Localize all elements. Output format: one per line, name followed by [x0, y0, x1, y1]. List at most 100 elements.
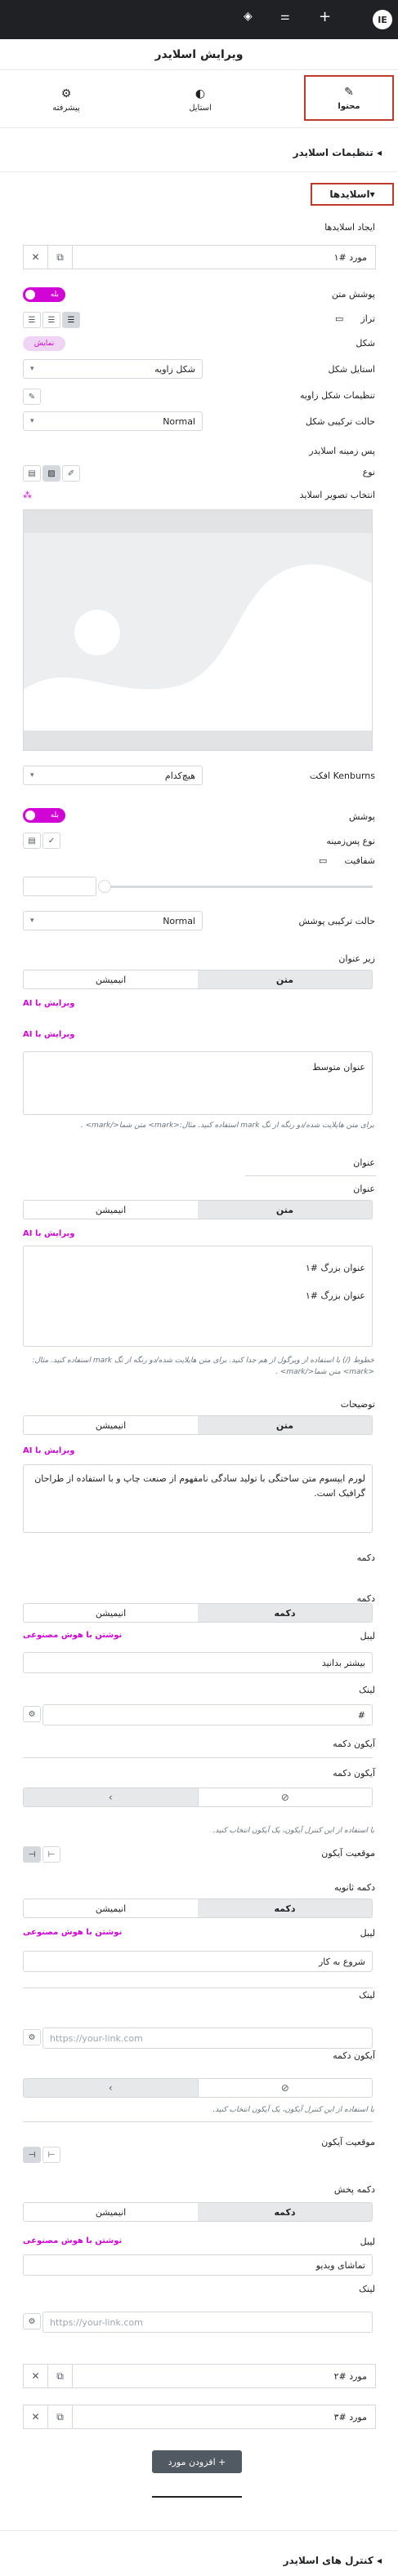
icon-position-right-button[interactable]: ⊣	[23, 2147, 41, 2163]
close-icon[interactable]: ✕	[24, 246, 48, 269]
tab-advanced[interactable]: ⚙ پیشرفته	[21, 82, 111, 118]
sliders-icon[interactable]: ⚌	[280, 11, 290, 23]
tab-button[interactable]: دکمه	[198, 2203, 372, 2221]
close-icon[interactable]: ✕	[24, 2365, 48, 2387]
kenburns-label: افکت Kenburns	[309, 771, 375, 781]
tab-text[interactable]: متن	[198, 970, 372, 988]
bg-image-button[interactable]: ▨	[42, 465, 60, 482]
icon-position-right-button[interactable]: ⊣	[23, 1846, 41, 1863]
duplicate-icon[interactable]: ⧉	[48, 2405, 73, 2428]
image-placeholder[interactable]	[23, 509, 373, 751]
overlay-toggle[interactable]: بله	[23, 808, 65, 823]
ai-write-button[interactable]: نوشتن با هوش مصنوعی	[23, 1928, 122, 1937]
button3-tabs[interactable]: انیمیشن دکمه	[23, 2202, 373, 2222]
title-label: عنوان	[353, 1157, 375, 1168]
button3-link-input[interactable]: https://your-link.com	[42, 2312, 373, 2333]
tab-button[interactable]: دکمه	[198, 1899, 372, 1917]
align-bottom-button[interactable]: ☰	[23, 312, 41, 328]
button2-text-input[interactable]: شروع به کار	[23, 1951, 373, 1972]
tab-animation[interactable]: انیمیشن	[24, 970, 198, 988]
icon-bar-partial	[23, 1752, 373, 1758]
subtitle-textarea[interactable]: عنوان متوسط	[23, 1051, 373, 1115]
button3-text-input[interactable]: تماشای ویدیو	[23, 2254, 373, 2276]
overlay-blend-select[interactable]: ▾ Normal	[23, 911, 203, 930]
align-middle-button[interactable]: ☰	[42, 312, 60, 328]
shape-badge-text: نمایش	[34, 340, 55, 348]
edit-shape-button[interactable]: ✎	[23, 389, 41, 405]
ai-edit-button[interactable]: ویرایش با AI	[23, 1446, 74, 1455]
button-text-input[interactable]: بیشتر بدانید	[23, 1652, 373, 1673]
layers-icon[interactable]: ◈	[244, 10, 253, 23]
description-tabs[interactable]: انیمیشن متن	[23, 1415, 373, 1435]
bg-brush-button[interactable]: ✐	[62, 465, 80, 482]
tab-animation[interactable]: انیمیشن	[24, 1201, 198, 1219]
link-settings-button[interactable]: ⚙	[23, 2313, 41, 2330]
ai-edit-button[interactable]: ویرایش با AI	[23, 999, 74, 1008]
shape-style-select[interactable]: شکل زاویه ▾	[23, 359, 203, 379]
icon-position-left-button[interactable]: ⊢	[42, 1846, 60, 1863]
duplicate-icon[interactable]: ⧉	[48, 2365, 73, 2387]
repeater-item[interactable]: ✕ ⧉ مورد #۱	[23, 245, 376, 269]
create-slides-label: ایجاد اسلایدها	[324, 222, 375, 233]
close-icon[interactable]: ✕	[24, 2405, 48, 2428]
tab-content[interactable]: ✎ محتوا	[304, 75, 394, 121]
full-content-toggle[interactable]: بله	[23, 287, 65, 302]
tab-text[interactable]: متن	[198, 1416, 372, 1434]
overlay-type-label: نوع پس‌زمینه	[326, 836, 375, 846]
section-title: تنظیمات اسلایدر	[293, 147, 373, 158]
tab-animation[interactable]: انیمیشن	[24, 1899, 198, 1917]
link-settings-button[interactable]: ⚙	[23, 1706, 41, 1722]
elementor-logo-icon[interactable]: IE	[373, 10, 392, 29]
tab-button[interactable]: دکمه	[198, 1604, 372, 1622]
section-slider-settings[interactable]: ◂ تنظیمات اسلایدر	[293, 147, 382, 158]
title-textarea[interactable]: عنوان بزرگ #۱ عنوان بزرگ #۱	[23, 1246, 373, 1347]
description-textarea[interactable]: لورم ایپسوم متن ساختگی با تولید سادگی نا…	[23, 1464, 373, 1533]
button2-tabs[interactable]: انیمیشن دکمه	[23, 1899, 373, 1918]
ai-write-button[interactable]: نوشتن با هوش مصنوعی	[23, 2236, 122, 2245]
button-tabs[interactable]: انیمیشن دکمه	[23, 1603, 373, 1623]
subtitle-tabs[interactable]: انیمیشن متن	[23, 970, 373, 989]
button-link-input[interactable]: #	[42, 1704, 373, 1725]
tab-style[interactable]: ◐ استایل	[155, 82, 245, 118]
button3-section-label: دکمه پخش	[333, 2184, 375, 2195]
section-slider-controls[interactable]: ◂ کنترل های اسلایدر	[284, 2555, 382, 2566]
opacity-slider-track[interactable]	[103, 886, 373, 888]
repeater-item[interactable]: ✕ ⧉ مورد #۳	[23, 2405, 376, 2429]
tab-text[interactable]: متن	[198, 1201, 372, 1219]
shape-badge[interactable]: نمایش	[23, 336, 65, 351]
ai-sparkle-icon[interactable]: ⁂	[23, 490, 32, 500]
kenburns-select[interactable]: هیچ‌کدام ▾	[23, 766, 203, 785]
no-icon-button[interactable]: ⊘	[199, 2079, 373, 2097]
tab-animation[interactable]: انیمیشن	[24, 1416, 198, 1434]
plus-icon[interactable]: +	[319, 8, 331, 25]
icon-library-button[interactable]: ‹	[24, 2079, 199, 2097]
icon-position-left-button[interactable]: ⊢	[42, 2147, 60, 2163]
image-placeholder-graphic	[24, 510, 372, 750]
ai-edit-button[interactable]: ویرایش با AI	[23, 1229, 74, 1238]
opacity-input[interactable]	[23, 877, 96, 896]
subtitle-label: زیر عنوان	[338, 953, 375, 964]
overlay-classic-button[interactable]: ✓	[42, 833, 60, 849]
bg-video-button[interactable]: ▤	[23, 465, 41, 482]
overlay-gradient-button[interactable]: ▤	[23, 833, 41, 849]
repeater-item[interactable]: ✕ ⧉ مورد #۲	[23, 2364, 376, 2388]
caret-left-icon: ◂	[373, 147, 382, 158]
button-icon-picker[interactable]: ‹ ⊘	[23, 1788, 373, 1807]
no-icon-button[interactable]: ⊘	[199, 1788, 373, 1806]
title-tabs[interactable]: انیمیشن متن	[23, 1200, 373, 1219]
button2-icon-picker[interactable]: ‹ ⊘	[23, 2078, 373, 2098]
icon-library-button[interactable]: ‹	[24, 1788, 199, 1806]
field-partial	[23, 2114, 373, 2122]
ai-edit-button[interactable]: ویرایش با AI	[23, 1030, 74, 1039]
tab-animation[interactable]: انیمیشن	[24, 1604, 198, 1622]
ai-write-button[interactable]: نوشتن با هوش مصنوعی	[23, 1631, 122, 1640]
link-settings-button[interactable]: ⚙	[23, 2029, 41, 2045]
align-top-button[interactable]: ☰	[62, 312, 80, 328]
tab-animation[interactable]: انیمیشن	[24, 2203, 198, 2221]
duplicate-icon[interactable]: ⧉	[48, 246, 73, 269]
add-item-button[interactable]: + افزودن مورد	[152, 2450, 242, 2473]
section-slides[interactable]: ▾ اسلایدها	[311, 183, 394, 206]
button2-link-input[interactable]: https://your-link.com	[42, 2027, 373, 2049]
opacity-slider-handle[interactable]	[98, 880, 111, 893]
shape-blend-select[interactable]: ▾ Normal	[23, 411, 203, 431]
